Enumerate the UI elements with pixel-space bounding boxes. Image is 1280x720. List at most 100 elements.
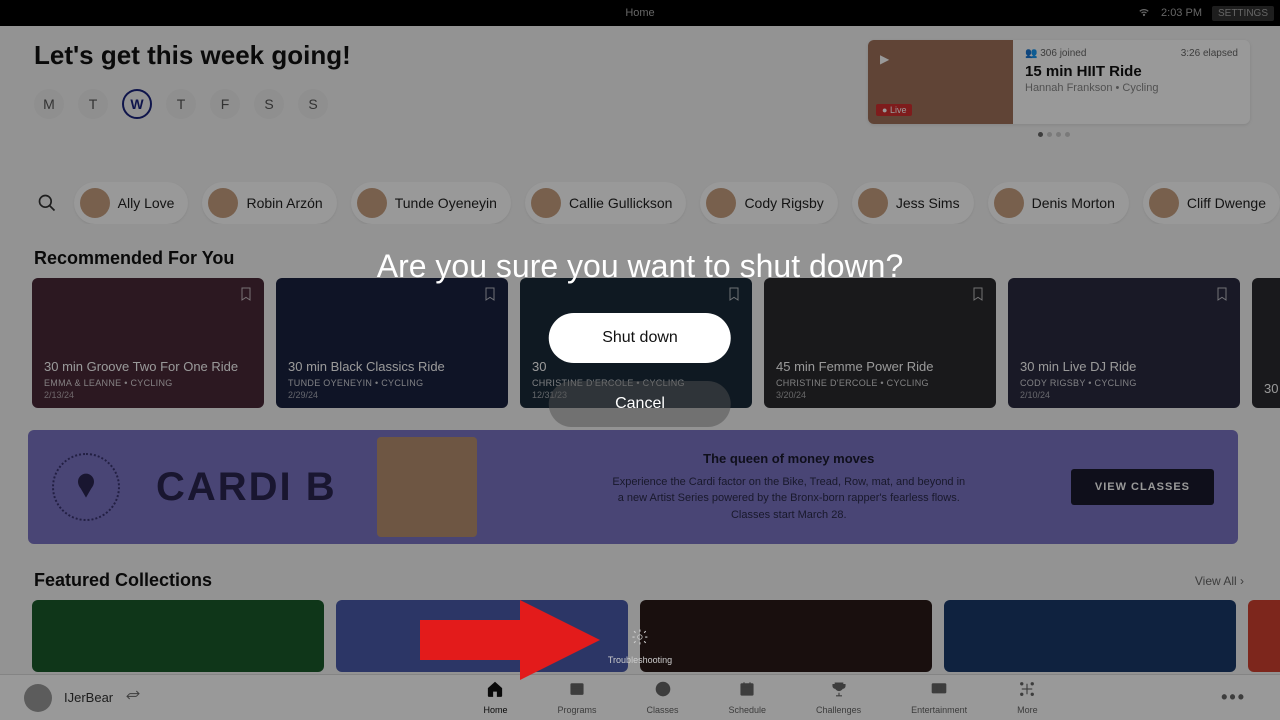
live-elapsed: 3:26 elapsed <box>1181 48 1238 59</box>
bookmark-icon[interactable] <box>970 284 986 309</box>
settings-button[interactable]: SETTINGS <box>1212 6 1274 21</box>
search-button[interactable] <box>34 182 60 224</box>
instructor-name: Denis Morton <box>1032 195 1115 211</box>
day-m-0[interactable]: M <box>34 89 64 119</box>
collection-card[interactable] <box>640 600 932 672</box>
entertainment-icon <box>930 680 948 703</box>
nav-label: Challenges <box>816 705 861 715</box>
day-s-6[interactable]: S <box>298 89 328 119</box>
carousel-dots <box>1038 132 1070 137</box>
promo-headline: The queen of money moves <box>537 451 1041 466</box>
card-title: 30 min Groove Two For One Ride <box>44 359 252 374</box>
instructor-chip[interactable]: Cody Rigsby <box>700 182 837 224</box>
instructor-avatar <box>858 188 888 218</box>
wifi-icon <box>1137 5 1151 22</box>
instructor-name: Jess Sims <box>896 195 960 211</box>
day-s-5[interactable]: S <box>254 89 284 119</box>
gear-icon <box>631 628 649 646</box>
nav-classes[interactable]: Classes <box>647 680 679 715</box>
instructor-name: Callie Gullickson <box>569 195 672 211</box>
view-all-link[interactable]: View All › <box>1195 574 1244 588</box>
more-menu-button[interactable]: ••• <box>1221 687 1280 708</box>
shutdown-modal: Are you sure you want to shut down? Shut… <box>377 248 904 427</box>
card-title: 30 min Live DJ Ride <box>1020 359 1228 374</box>
search-icon <box>37 193 57 213</box>
instructor-avatar <box>357 188 387 218</box>
username: IJerBear <box>64 690 113 705</box>
collection-card[interactable] <box>944 600 1236 672</box>
troubleshooting-tooltip[interactable]: Troubleshooting <box>608 628 672 665</box>
nav-label: Classes <box>647 705 679 715</box>
bookmark-icon[interactable] <box>238 284 254 309</box>
nav-label: Home <box>483 705 507 715</box>
peloton-logo-icon <box>52 453 120 521</box>
nav-home[interactable]: Home <box>483 680 507 715</box>
instructor-avatar <box>531 188 561 218</box>
nav-label: Entertainment <box>911 705 967 715</box>
instructor-avatar <box>1149 188 1179 218</box>
nav-label: Programs <box>557 705 596 715</box>
instructor-chip[interactable]: Robin Arzón <box>202 182 336 224</box>
nav-schedule[interactable]: Schedule <box>729 680 767 715</box>
bookmark-icon[interactable] <box>1214 284 1230 309</box>
instructor-chip[interactable]: Ally Love <box>74 182 189 224</box>
nav-challenges[interactable]: Challenges <box>816 680 861 715</box>
nav-label: Schedule <box>729 705 767 715</box>
nav-programs[interactable]: Programs <box>557 680 596 715</box>
instructor-name: Cliff Dwenge <box>1187 195 1266 211</box>
recommended-heading: Recommended For You <box>34 248 234 269</box>
live-subtitle: Hannah Frankson • Cycling <box>1025 82 1238 94</box>
classes-icon <box>654 680 672 703</box>
featured-heading: Featured Collections <box>34 570 212 591</box>
day-w-2[interactable]: W <box>122 89 152 119</box>
instructor-chip[interactable]: Cliff Dwenge <box>1143 182 1280 224</box>
tooltip-label: Troubleshooting <box>608 655 672 665</box>
schedule-icon <box>738 680 756 703</box>
live-joined-count: 👥 306 joined <box>1025 48 1086 59</box>
promo-description: Experience the Cardi factor on the Bike,… <box>609 474 969 524</box>
live-class-card[interactable]: ▶ ● Live 👥 306 joined 3:26 elapsed 15 mi… <box>868 40 1250 124</box>
challenges-icon <box>830 680 848 703</box>
nav-label: More <box>1017 705 1038 715</box>
instructor-avatar <box>80 188 110 218</box>
bottom-nav: IJerBear Home Programs Classes Schedule Chal… <box>0 674 1280 720</box>
live-badge: ● Live <box>876 104 912 116</box>
card-date: 2/10/24 <box>1020 390 1228 400</box>
annotation-arrow <box>420 600 600 685</box>
instructor-chip[interactable]: Denis Morton <box>988 182 1129 224</box>
class-card[interactable]: 30 <box>1252 278 1280 408</box>
day-t-3[interactable]: T <box>166 89 196 119</box>
day-f-4[interactable]: F <box>210 89 240 119</box>
system-topbar: Home 2:03 PM SETTINGS <box>0 0 1280 26</box>
modal-title: Are you sure you want to shut down? <box>377 248 904 285</box>
day-t-1[interactable]: T <box>78 89 108 119</box>
instructor-name: Cody Rigsby <box>744 195 823 211</box>
instructor-name: Ally Love <box>118 195 175 211</box>
shutdown-button[interactable]: Shut down <box>549 313 731 363</box>
card-meta: EMMA & LEANNE • CYCLING <box>44 378 252 388</box>
card-meta: CODY RIGSBY • CYCLING <box>1020 378 1228 388</box>
nav-entertainment[interactable]: Entertainment <box>911 680 967 715</box>
swap-user-icon[interactable] <box>125 687 141 708</box>
play-icon: ▶ <box>880 52 889 66</box>
card-date: 2/13/24 <box>44 390 252 400</box>
promo-artist-name: CARDI B <box>156 465 337 510</box>
view-classes-button[interactable]: VIEW CLASSES <box>1071 469 1214 505</box>
cancel-button[interactable]: Cancel <box>549 381 731 427</box>
collection-card[interactable] <box>1248 600 1280 672</box>
promo-banner[interactable]: CARDI B The queen of money moves Experie… <box>28 430 1238 544</box>
instructor-name: Robin Arzón <box>246 195 322 211</box>
instructor-avatar <box>208 188 238 218</box>
instructor-chip[interactable]: Tunde Oyeneyin <box>351 182 511 224</box>
topbar-time: 2:03 PM <box>1161 7 1202 19</box>
user-avatar[interactable] <box>24 684 52 712</box>
class-card[interactable]: 30 min Groove Two For One Ride EMMA & LEA… <box>32 278 264 408</box>
instructor-chip[interactable]: Jess Sims <box>852 182 974 224</box>
live-title: 15 min HIIT Ride <box>1025 63 1238 80</box>
collection-card[interactable] <box>32 600 324 672</box>
live-thumbnail: ▶ ● Live <box>868 40 1013 124</box>
nav-more[interactable]: More <box>1017 680 1038 715</box>
instructor-chip[interactable]: Callie Gullickson <box>525 182 686 224</box>
class-card[interactable]: 30 min Live DJ Ride CODY RIGSBY • CYCLING… <box>1008 278 1240 408</box>
instructor-name: Tunde Oyeneyin <box>395 195 497 211</box>
